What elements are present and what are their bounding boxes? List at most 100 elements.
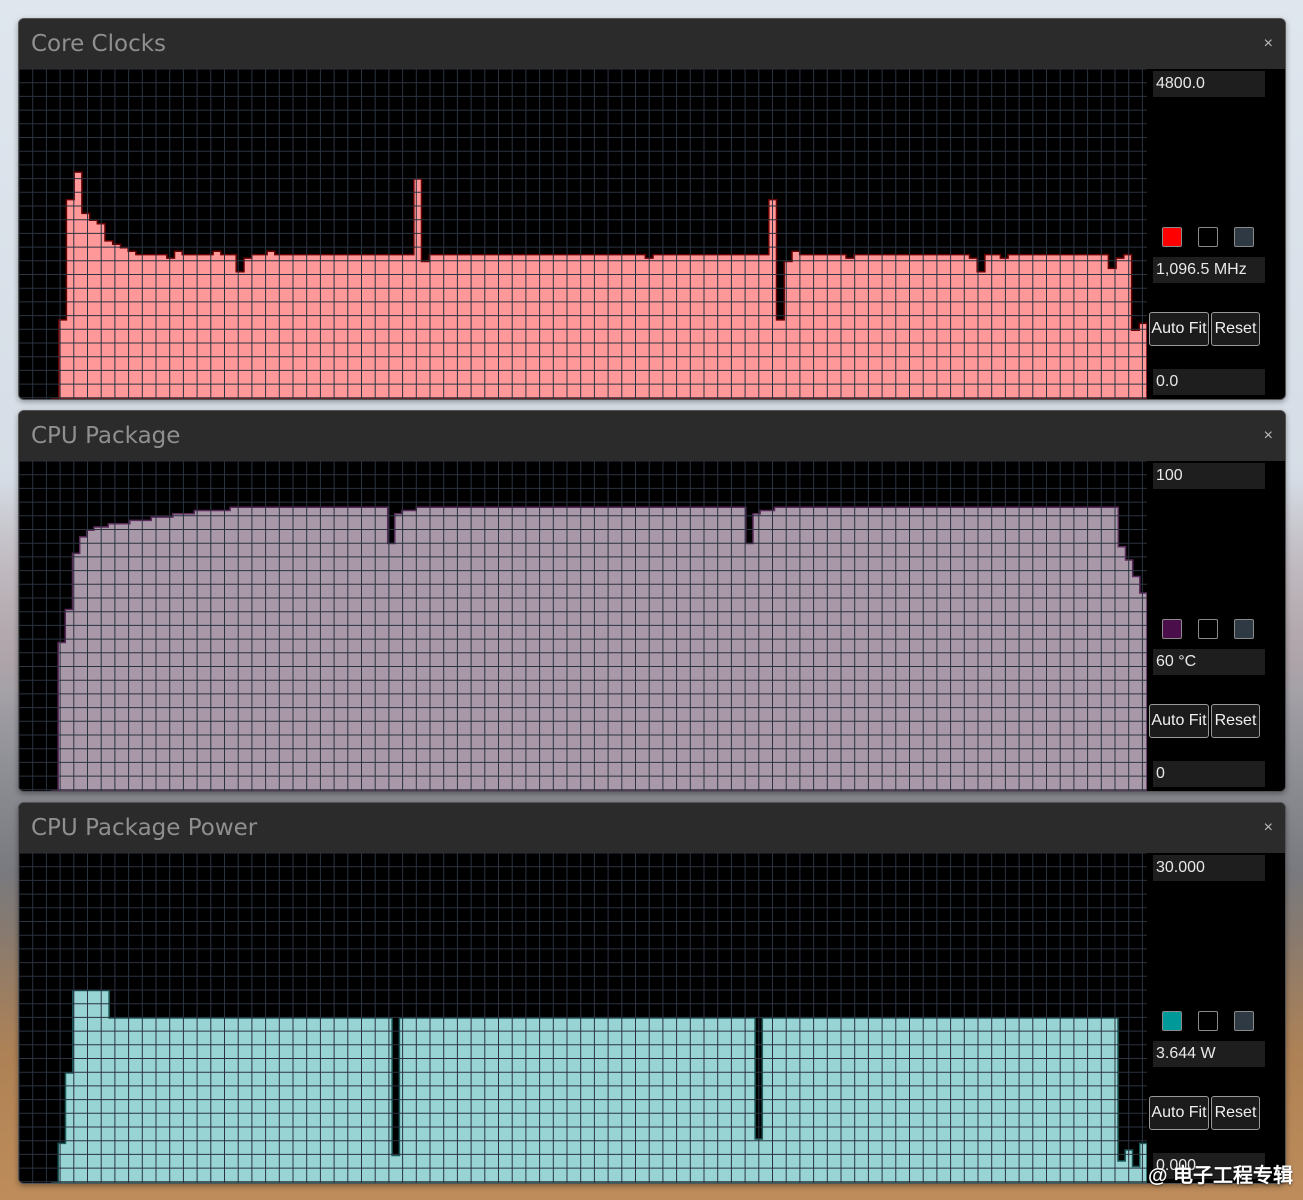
data-point bbox=[167, 258, 175, 259]
data-point bbox=[726, 1018, 733, 1019]
cpu-package-power-series-color-swatch[interactable] bbox=[1162, 1011, 1182, 1031]
data-point bbox=[958, 1018, 965, 1019]
cpu-package-background-color-swatch[interactable] bbox=[1198, 619, 1218, 639]
data-point bbox=[130, 520, 137, 521]
data-point bbox=[280, 507, 287, 508]
data-point bbox=[712, 1018, 719, 1019]
data-point bbox=[810, 507, 817, 508]
core-clocks-auto-fit-button[interactable]: Auto Fit bbox=[1149, 312, 1209, 346]
data-point bbox=[838, 255, 846, 256]
cpu-package-power-current-value: 3.644 W bbox=[1153, 1041, 1265, 1067]
cpu-package-power-grid-color-swatch[interactable] bbox=[1234, 1011, 1254, 1031]
data-point bbox=[144, 255, 152, 256]
data-point bbox=[696, 507, 703, 508]
cpu-package-reset-button[interactable]: Reset bbox=[1211, 704, 1260, 738]
data-point bbox=[896, 507, 903, 508]
data-point bbox=[1067, 1018, 1074, 1019]
data-point bbox=[1008, 255, 1016, 256]
data-point bbox=[428, 1018, 435, 1019]
data-point bbox=[767, 511, 774, 512]
data-point bbox=[684, 255, 692, 256]
data-point bbox=[660, 507, 667, 508]
data-point bbox=[681, 507, 688, 508]
data-point bbox=[1038, 1018, 1045, 1019]
data-point bbox=[406, 255, 414, 256]
core-clocks-titlebar[interactable]: Core Clocks × bbox=[19, 19, 1285, 69]
data-point bbox=[560, 255, 568, 256]
data-point bbox=[1089, 1018, 1096, 1019]
data-point bbox=[87, 991, 94, 992]
data-point bbox=[631, 507, 638, 508]
data-point bbox=[182, 1018, 189, 1019]
data-point bbox=[553, 255, 561, 256]
cpu-package-power-background-color-swatch[interactable] bbox=[1198, 1011, 1218, 1031]
cpu-package-series-color-swatch[interactable] bbox=[1162, 619, 1182, 639]
data-point bbox=[399, 1018, 406, 1019]
data-point bbox=[414, 1018, 421, 1019]
core-clocks-series-color-swatch[interactable] bbox=[1162, 227, 1182, 247]
data-point bbox=[436, 1018, 443, 1019]
data-point bbox=[646, 507, 653, 508]
core-clocks-close-icon[interactable]: × bbox=[1264, 35, 1273, 53]
data-point bbox=[95, 991, 102, 992]
core-clocks-grid-color-swatch[interactable] bbox=[1234, 227, 1254, 247]
core-clocks-reset-button[interactable]: Reset bbox=[1211, 312, 1260, 346]
cpu-package-axis-max-field[interactable]: 100 bbox=[1153, 463, 1265, 489]
data-point bbox=[402, 511, 409, 512]
core-clocks-axis-max-field[interactable]: 4800.0 bbox=[1153, 71, 1265, 97]
data-point bbox=[800, 255, 808, 256]
data-point bbox=[360, 255, 368, 256]
data-point bbox=[624, 1018, 631, 1019]
data-point bbox=[510, 507, 517, 508]
data-point bbox=[229, 255, 237, 256]
data-point bbox=[74, 172, 82, 173]
data-point bbox=[989, 507, 996, 508]
core-clocks-background-color-swatch[interactable] bbox=[1198, 227, 1218, 247]
cpu-package-power-titlebar[interactable]: CPU Package Power × bbox=[19, 803, 1285, 853]
data-point bbox=[327, 1018, 334, 1019]
data-point bbox=[334, 1018, 341, 1019]
data-point bbox=[885, 255, 893, 256]
data-point bbox=[588, 1018, 595, 1019]
data-point bbox=[445, 255, 453, 256]
data-point bbox=[961, 507, 968, 508]
data-point bbox=[216, 511, 223, 512]
data-point bbox=[977, 272, 985, 273]
cpu-package-auto-fit-button[interactable]: Auto Fit bbox=[1149, 704, 1209, 738]
data-point bbox=[1031, 1018, 1038, 1019]
cpu-package-grid-color-swatch[interactable] bbox=[1234, 619, 1254, 639]
data-point bbox=[1083, 507, 1090, 508]
data-point bbox=[370, 1018, 377, 1019]
data-point bbox=[298, 1018, 305, 1019]
data-point bbox=[777, 1018, 784, 1019]
data-point bbox=[209, 511, 216, 512]
data-point bbox=[574, 1018, 581, 1019]
data-point bbox=[465, 1018, 472, 1019]
data-point bbox=[1133, 1167, 1140, 1168]
data-point bbox=[782, 507, 789, 508]
data-point bbox=[479, 1018, 486, 1019]
data-point bbox=[312, 1018, 319, 1019]
data-point bbox=[574, 507, 581, 508]
core-clocks-axis-min-field[interactable]: 0.0 bbox=[1153, 369, 1265, 395]
data-point bbox=[761, 255, 769, 256]
cpu-package-power-auto-fit-button[interactable]: Auto Fit bbox=[1149, 1096, 1209, 1130]
cpu-package-titlebar[interactable]: CPU Package × bbox=[19, 411, 1285, 461]
data-point bbox=[813, 1018, 820, 1019]
cpu-package-power-reset-button[interactable]: Reset bbox=[1211, 1096, 1260, 1130]
data-point bbox=[523, 1018, 530, 1019]
cpu-package-close-icon[interactable]: × bbox=[1264, 427, 1273, 445]
data-point bbox=[87, 530, 94, 531]
data-point bbox=[128, 251, 136, 252]
cpu-package-power-axis-max-field[interactable]: 30.000 bbox=[1153, 855, 1265, 881]
data-point bbox=[868, 507, 875, 508]
data-point bbox=[892, 255, 900, 256]
data-point bbox=[770, 1018, 777, 1019]
cpu-package-axis-min-field[interactable]: 0 bbox=[1153, 761, 1265, 787]
cpu-package-power-close-icon[interactable]: × bbox=[1264, 819, 1273, 837]
data-point bbox=[932, 507, 939, 508]
data-point bbox=[777, 320, 785, 321]
data-point bbox=[1004, 507, 1011, 508]
data-point bbox=[276, 1018, 283, 1019]
data-point bbox=[610, 1018, 617, 1019]
